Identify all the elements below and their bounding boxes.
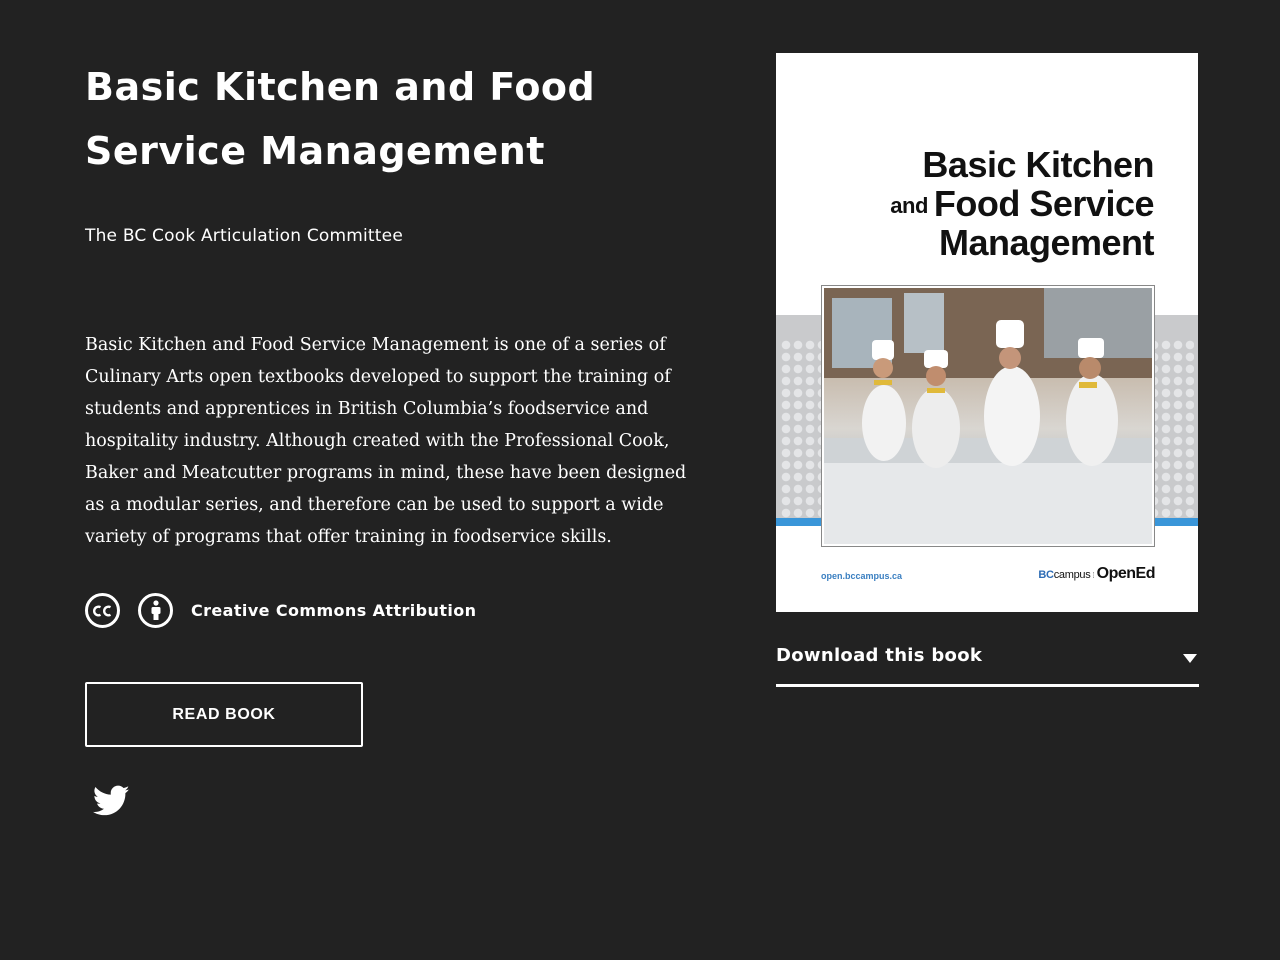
- cover-title: Basic Kitchen and Food Service Management: [834, 145, 1154, 262]
- book-author: The BC Cook Articulation Committee: [85, 226, 403, 246]
- brand-campus: campus: [1053, 569, 1091, 581]
- attribution-icon[interactable]: [138, 593, 173, 628]
- cc-icon[interactable]: [85, 593, 120, 628]
- download-label[interactable]: Download this book: [776, 640, 982, 666]
- license-label[interactable]: Creative Commons Attribution: [191, 601, 476, 620]
- book-title: Basic Kitchen and Food Service Managemen…: [85, 65, 596, 173]
- read-book-button[interactable]: READ BOOK: [85, 682, 363, 747]
- chefs-photo: [824, 288, 1152, 544]
- cover-title-line: Management: [938, 222, 1155, 263]
- cover-title-line: Basic Kitchen: [922, 144, 1154, 185]
- brand-opened: OpenEd: [1096, 565, 1156, 582]
- twitter-icon[interactable]: [92, 785, 130, 817]
- book-description: Basic Kitchen and Food Service Managemen…: [85, 335, 687, 547]
- book-page: Basic Kitchen and Food Service Managemen…: [0, 0, 1280, 960]
- brand-separator-icon: ⁞: [1092, 571, 1095, 580]
- brand-bc: BC: [1038, 569, 1054, 581]
- cover-title-line: and Food Service: [834, 184, 1154, 223]
- caret-down-icon[interactable]: [1183, 640, 1199, 668]
- cover-brand-logo: BC campus ⁞ OpenEd: [1038, 565, 1155, 583]
- cover-url: open.bccampus.ca: [821, 571, 903, 581]
- cover-photo: [821, 285, 1155, 547]
- book-cover[interactable]: Basic Kitchen and Food Service Management: [776, 53, 1198, 612]
- cover-dots-left: [780, 339, 826, 519]
- cover-title-line2: Food Service: [933, 183, 1155, 224]
- download-dropdown[interactable]: Download this book: [776, 640, 1199, 687]
- license-info: Creative Commons Attribution: [85, 593, 476, 628]
- cover-title-and: and: [890, 193, 928, 218]
